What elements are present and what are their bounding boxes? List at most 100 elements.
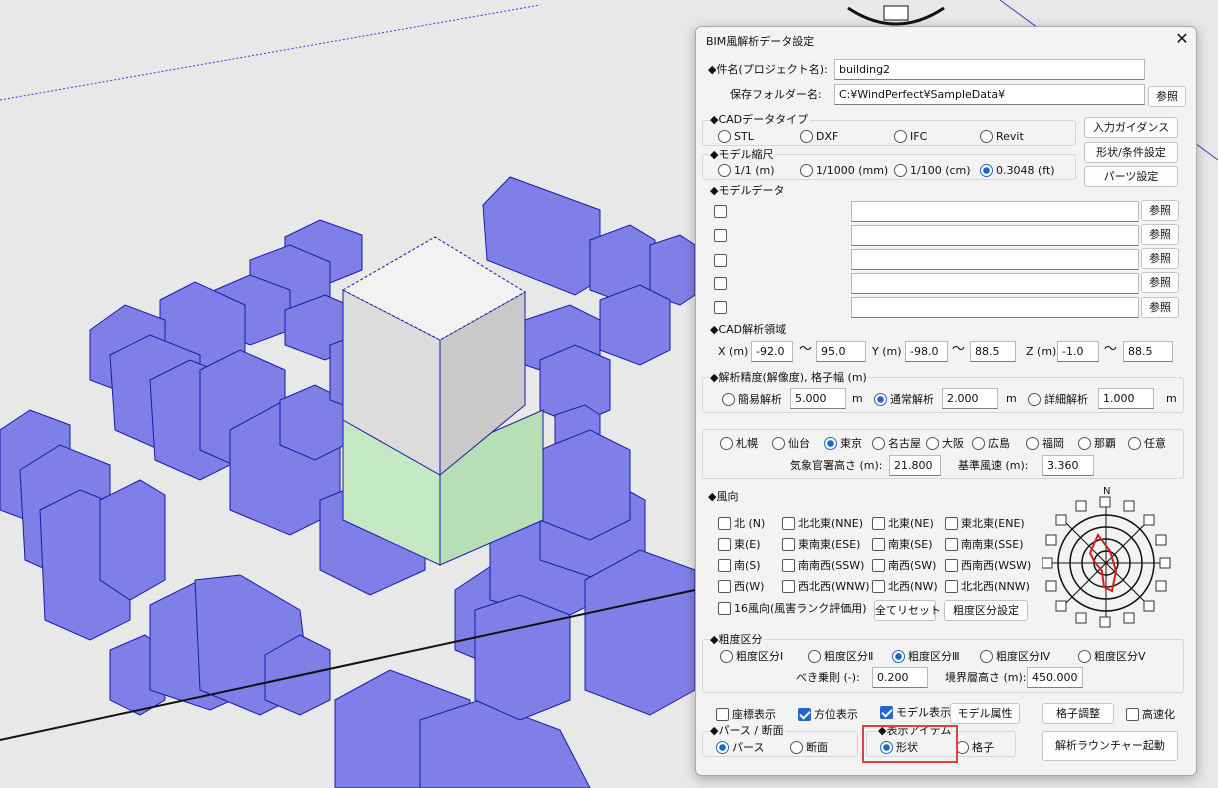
model-data-browse-button-2[interactable]: 参照 bbox=[1141, 224, 1179, 245]
scale-ft[interactable]: 0.3048 (ft) bbox=[980, 162, 1055, 178]
wind-dir-sw[interactable]: 南西(SW) bbox=[872, 557, 936, 573]
model-data-input-2[interactable] bbox=[851, 225, 1139, 246]
close-icon[interactable]: ✕ bbox=[1172, 29, 1192, 49]
radio-icon bbox=[790, 740, 803, 754]
roughness-5[interactable]: 粗度区分Ⅴ bbox=[1078, 648, 1146, 664]
scale-1-100[interactable]: 1/100 (cm) bbox=[894, 162, 971, 178]
city-sendai[interactable]: 仙台 bbox=[772, 435, 810, 451]
model-data-checkbox-5[interactable] bbox=[714, 299, 730, 315]
wind-dir-ne[interactable]: 北東(NE) bbox=[872, 515, 934, 531]
input-guidance-button[interactable]: 入力ガイダンス bbox=[1084, 117, 1178, 138]
city-custom[interactable]: 任意 bbox=[1128, 435, 1166, 451]
shape-conditions-button[interactable]: 形状/条件設定 bbox=[1084, 142, 1178, 163]
cad-type-ifc[interactable]: IFC bbox=[894, 128, 927, 144]
model-data-browse-button-3[interactable]: 参照 bbox=[1141, 248, 1179, 269]
cad-type-dxf[interactable]: DXF bbox=[800, 128, 838, 144]
city-hiroshima[interactable]: 広島 bbox=[972, 435, 1010, 451]
boundary-layer-input[interactable]: 450.000 bbox=[1027, 667, 1083, 688]
precision-detail-radio[interactable]: 詳細解析 bbox=[1028, 391, 1088, 407]
model-data-input-1[interactable] bbox=[851, 201, 1139, 222]
checkbox-icon bbox=[872, 537, 885, 551]
city-nagoya[interactable]: 名古屋 bbox=[872, 435, 921, 451]
precision-normal-radio[interactable]: 通常解析 bbox=[874, 391, 934, 407]
city-fukuoka[interactable]: 福岡 bbox=[1026, 435, 1064, 451]
model-data-input-5[interactable] bbox=[851, 297, 1139, 318]
wind-dir-w[interactable]: 西(W) bbox=[718, 578, 764, 594]
checkbox-icon bbox=[718, 558, 731, 572]
x-tilde: ～ bbox=[799, 342, 813, 357]
city-naha[interactable]: 那覇 bbox=[1078, 435, 1116, 451]
wind-dir-nne[interactable]: 北北東(NNE) bbox=[782, 515, 863, 531]
wind-dir-se[interactable]: 南東(SE) bbox=[872, 536, 933, 552]
z-min-input[interactable]: -1.0 bbox=[1057, 341, 1099, 362]
wind-dir-ene[interactable]: 東北東(ENE) bbox=[945, 515, 1025, 531]
wind-dir-s[interactable]: 南(S) bbox=[718, 557, 761, 573]
speedup-checkbox[interactable]: 高速化 bbox=[1126, 706, 1175, 722]
display-grid-radio[interactable]: 格子 bbox=[956, 739, 994, 755]
analysis-launcher-button[interactable]: 解析ラウンチャー起動 bbox=[1042, 731, 1178, 761]
wind-dir-e[interactable]: 東(E) bbox=[718, 536, 761, 552]
base-wind-input[interactable]: 3.360 bbox=[1042, 455, 1094, 476]
z-max-input[interactable]: 88.5 bbox=[1123, 341, 1173, 362]
roughness-3[interactable]: 粗度区分Ⅲ bbox=[892, 648, 960, 664]
wind-dir-wnw[interactable]: 西北西(WNW) bbox=[782, 578, 870, 594]
station-height-input[interactable]: 21.800 bbox=[889, 455, 941, 476]
roughness-4[interactable]: 粗度区分Ⅳ bbox=[980, 648, 1050, 664]
model-data-input-4[interactable] bbox=[851, 273, 1139, 294]
cad-type-revit[interactable]: Revit bbox=[980, 128, 1024, 144]
city-osaka[interactable]: 大阪 bbox=[926, 435, 964, 451]
roughness-2[interactable]: 粗度区分Ⅱ bbox=[808, 648, 873, 664]
checkbox-icon bbox=[714, 253, 727, 267]
x-min-input[interactable]: -92.0 bbox=[751, 341, 793, 362]
model-data-input-3[interactable] bbox=[851, 249, 1139, 270]
wind-dir-sse[interactable]: 南南東(SSE) bbox=[945, 536, 1024, 552]
project-name-input[interactable]: building2 bbox=[834, 59, 1145, 80]
model-data-checkbox-4[interactable] bbox=[714, 275, 730, 291]
view-mode-label: ◆パース / 断面 bbox=[710, 724, 786, 737]
roughness-setting-button[interactable]: 粗度区分設定 bbox=[944, 600, 1028, 621]
model-data-checkbox-3[interactable] bbox=[714, 252, 730, 268]
model-attributes-button[interactable]: モデル属性 bbox=[950, 703, 1020, 724]
save-folder-browse-button[interactable]: 参照 bbox=[1148, 86, 1186, 107]
precision-detail-unit: m bbox=[1166, 392, 1177, 405]
x-max-input[interactable]: 95.0 bbox=[816, 341, 866, 362]
power-law-input[interactable]: 0.200 bbox=[872, 667, 928, 688]
model-data-browse-button-1[interactable]: 参照 bbox=[1141, 200, 1179, 221]
view-perspective-radio[interactable]: パース bbox=[716, 739, 764, 755]
scale-1-1000[interactable]: 1/1000 (mm) bbox=[800, 162, 888, 178]
precision-simple-radio[interactable]: 簡易解析 bbox=[722, 391, 782, 407]
y-max-input[interactable]: 88.5 bbox=[970, 341, 1016, 362]
parts-settings-button[interactable]: パーツ設定 bbox=[1084, 166, 1178, 187]
wind-dir-nw[interactable]: 北西(NW) bbox=[872, 578, 938, 594]
precision-simple-input[interactable]: 5.000 bbox=[790, 388, 846, 409]
wind-rose-diagram[interactable]: N bbox=[1042, 483, 1172, 631]
coord-display-checkbox[interactable]: 座標表示 bbox=[716, 706, 776, 722]
city-tokyo[interactable]: 東京 bbox=[824, 435, 862, 451]
wind-dir-16-checkbox[interactable]: 16風向(風害ランク評価用) bbox=[718, 600, 867, 616]
precision-normal-input[interactable]: 2.000 bbox=[942, 388, 998, 409]
wind-dir-n[interactable]: 北 (N) bbox=[718, 515, 765, 531]
orientation-display-checkbox[interactable]: 方位表示 bbox=[798, 706, 858, 722]
wind-dir-wsw[interactable]: 西南西(WSW) bbox=[945, 557, 1031, 573]
wind-dir-ssw[interactable]: 南南西(SSW) bbox=[782, 557, 864, 573]
model-data-checkbox-1[interactable] bbox=[714, 203, 730, 219]
city-sapporo[interactable]: 札幌 bbox=[720, 435, 758, 451]
model-data-checkbox-2[interactable] bbox=[714, 227, 730, 243]
view-section-radio[interactable]: 断面 bbox=[790, 739, 828, 755]
y-min-input[interactable]: -98.0 bbox=[905, 341, 948, 362]
model-display-checkbox[interactable]: モデル表示 bbox=[880, 704, 951, 720]
cad-type-stl[interactable]: STL bbox=[718, 128, 754, 144]
save-folder-label: 保存フォルダー名: bbox=[730, 88, 822, 101]
roughness-1[interactable]: 粗度区分Ⅰ bbox=[720, 648, 783, 664]
wind-dir-nnw[interactable]: 北北西(NNW) bbox=[945, 578, 1030, 594]
radio-icon bbox=[872, 436, 885, 450]
save-folder-input[interactable]: C:¥WindPerfect¥SampleData¥ bbox=[834, 84, 1145, 105]
wind-rose-north-label: N bbox=[1103, 486, 1110, 497]
reset-all-button[interactable]: 全てリセット bbox=[874, 600, 941, 621]
scale-1-1[interactable]: 1/1 (m) bbox=[718, 162, 775, 178]
wind-dir-ese[interactable]: 東南東(ESE) bbox=[782, 536, 860, 552]
model-data-browse-button-5[interactable]: 参照 bbox=[1141, 297, 1179, 318]
model-data-browse-button-4[interactable]: 参照 bbox=[1141, 272, 1179, 293]
precision-detail-input[interactable]: 1.000 bbox=[1098, 388, 1154, 409]
grid-adjust-button[interactable]: 格子調整 bbox=[1042, 703, 1114, 724]
